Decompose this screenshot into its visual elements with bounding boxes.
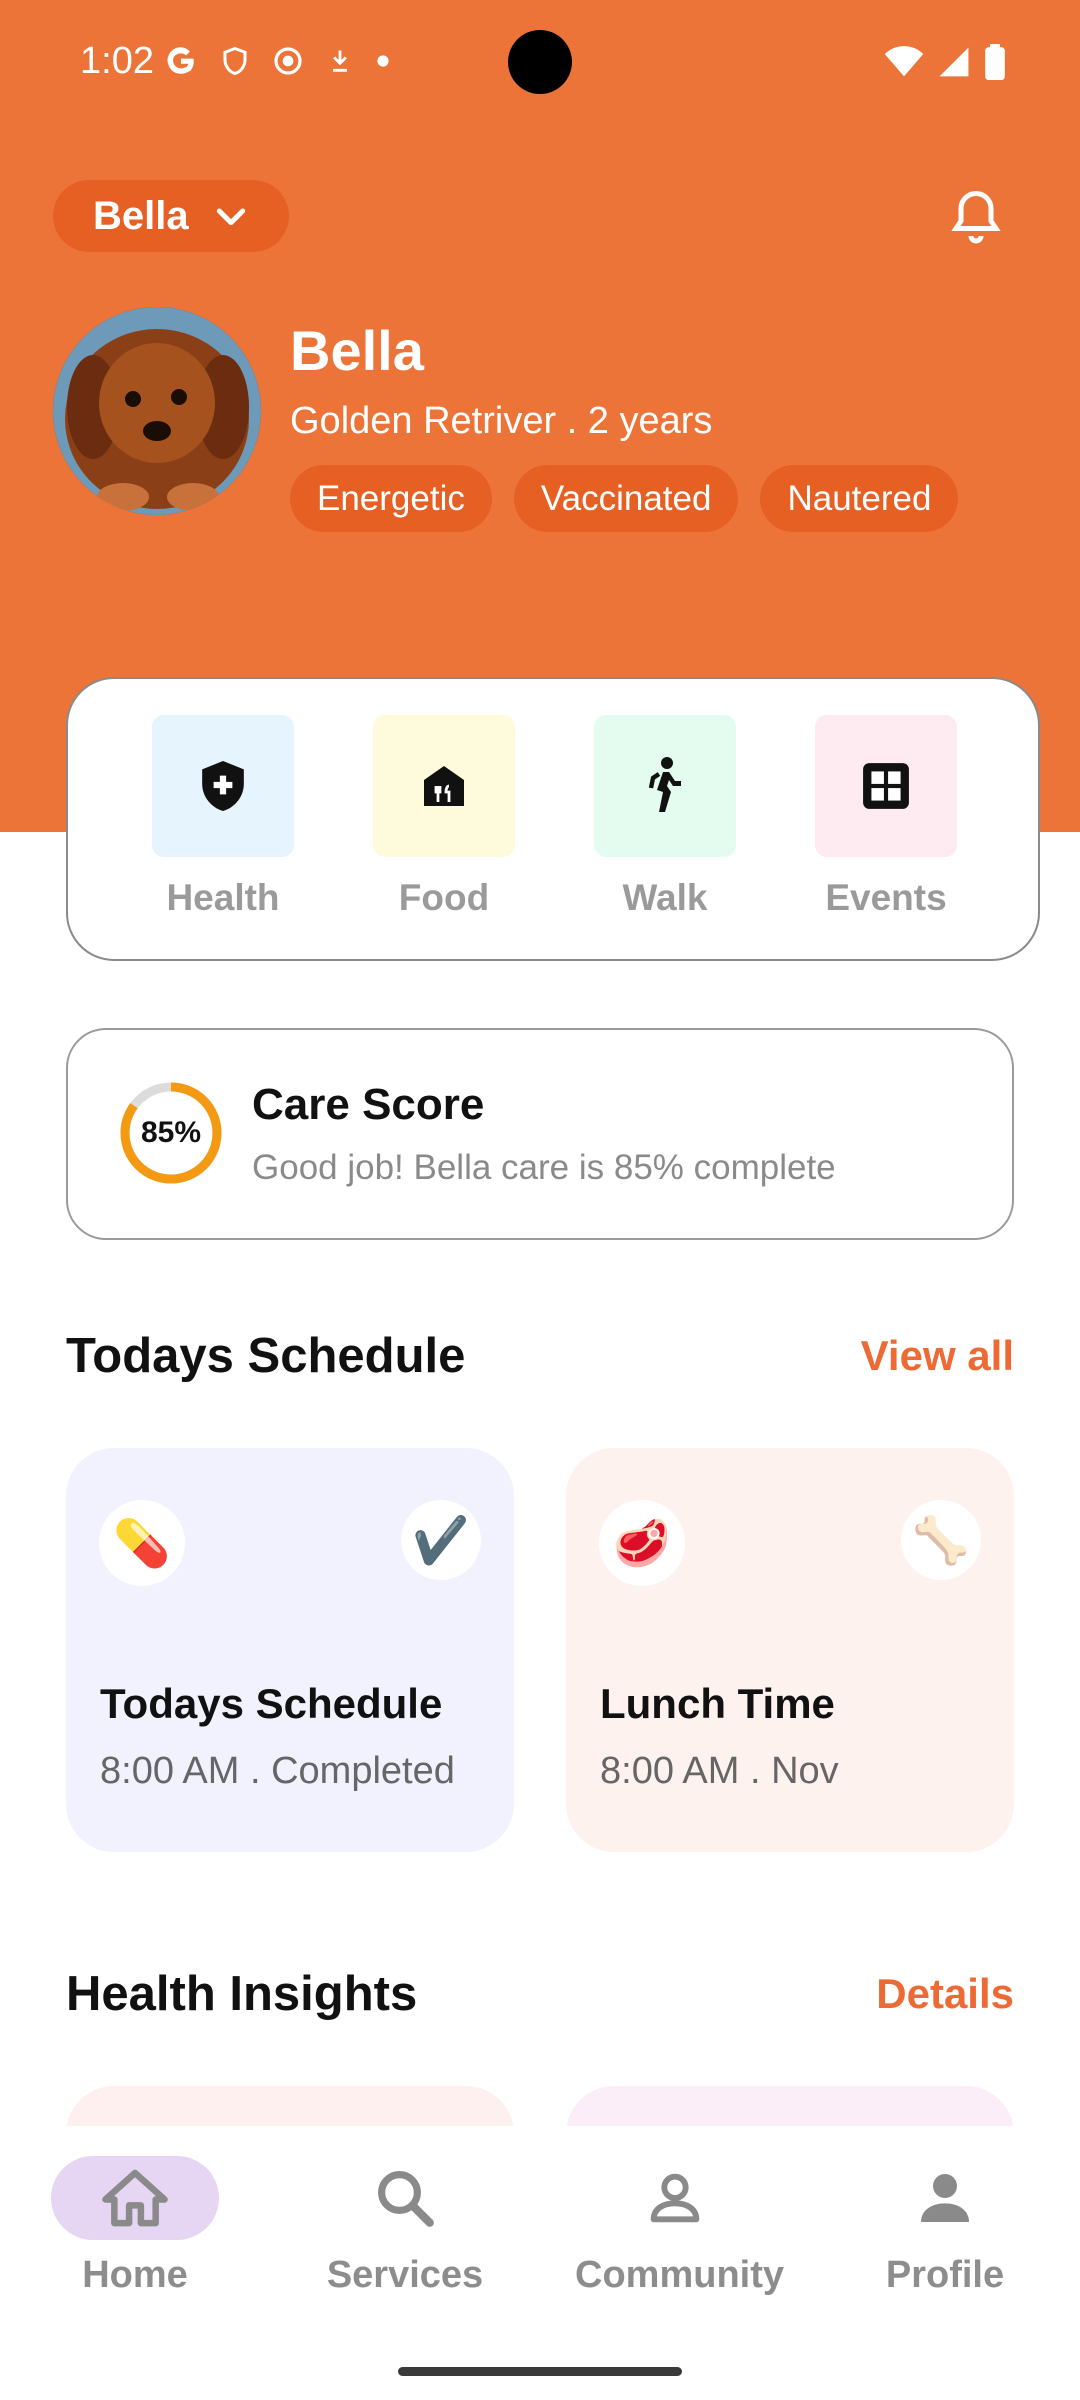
- bone-icon: 🦴: [901, 1500, 981, 1580]
- gesture-home-bar[interactable]: [398, 2367, 682, 2376]
- record-status-icon: [274, 47, 302, 75]
- pet-selector-dropdown[interactable]: Bella: [53, 180, 289, 252]
- quick-actions-card: Health Food Walk Events: [66, 677, 1040, 961]
- nav-services[interactable]: Services: [305, 2156, 505, 2297]
- bottom-navigation: Home Services Community Profile: [0, 2126, 1080, 2400]
- status-time: 1:02: [80, 40, 154, 82]
- quick-action-label: Events: [825, 877, 947, 918]
- download-status-icon: [333, 50, 347, 72]
- details-link[interactable]: Details: [876, 1970, 1014, 2018]
- person-icon: [921, 2174, 969, 2222]
- meat-icon: 🥩: [599, 1500, 685, 1586]
- dot-status-icon: [377, 55, 389, 67]
- nav-label: Community: [575, 2254, 784, 2296]
- front-camera: [508, 30, 572, 94]
- checkmark-icon: ✔️: [401, 1500, 481, 1580]
- events-tile: [815, 715, 957, 857]
- google-icon: [167, 47, 194, 74]
- bell-icon[interactable]: [946, 186, 1006, 246]
- battery-icon: [985, 44, 1005, 80]
- care-score-percent: 85%: [140, 1116, 202, 1149]
- home-icon: [102, 2169, 168, 2227]
- pet-breed-age: Golden Retriver . 2 years: [290, 400, 713, 442]
- care-score-title: Care Score: [252, 1080, 485, 1129]
- wifi-icon: [884, 46, 924, 77]
- chevron-down-icon: [216, 208, 245, 226]
- shield-plus-icon: [202, 761, 244, 811]
- tag-vaccinated: Vaccinated: [513, 465, 739, 532]
- quick-action-label: Health: [166, 877, 280, 918]
- schedule-card-subtitle: 8:00 AM . Nov: [600, 1750, 839, 1792]
- system-icons: [884, 44, 1006, 80]
- shield-status-icon: [223, 46, 247, 76]
- search-icon: [378, 2171, 434, 2227]
- schedule-card-title: Todays Schedule: [100, 1680, 443, 1727]
- quick-action-label: Food: [398, 877, 490, 918]
- notification-icons: [164, 44, 390, 78]
- status-bar: 1:02: [0, 0, 1080, 128]
- quick-action-events[interactable]: Events: [815, 715, 957, 919]
- community-icon: [650, 2173, 700, 2223]
- nav-community[interactable]: Community: [575, 2156, 784, 2297]
- food-icon: [424, 766, 464, 806]
- quick-action-food[interactable]: Food: [373, 715, 515, 919]
- pet-tags: Energetic Vaccinated Nautered: [290, 465, 959, 532]
- care-score-card[interactable]: 85% Care Score Good job! Bella care is 8…: [66, 1028, 1014, 1240]
- care-score-subtitle: Good job! Bella care is 85% complete: [252, 1148, 836, 1187]
- nav-icon-container: [321, 2156, 489, 2240]
- pill-icon: 💊: [99, 1500, 185, 1586]
- walk-icon: [648, 757, 681, 812]
- schedule-card[interactable]: 🥩 🦴 Lunch Time 8:00 AM . Nov: [566, 1448, 1014, 1852]
- view-all-link[interactable]: View all: [861, 1332, 1014, 1380]
- pet-selector-label: Bella: [93, 193, 189, 238]
- nav-label: Services: [326, 2254, 484, 2296]
- nav-icon-container: [861, 2156, 1029, 2240]
- schedule-section-title: Todays Schedule: [66, 1329, 466, 1383]
- schedule-card-subtitle: 8:00 AM . Completed: [100, 1750, 455, 1792]
- nav-icon-container: [591, 2156, 759, 2240]
- pet-avatar: [53, 307, 261, 515]
- schedule-card[interactable]: 💊 ✔️ Todays Schedule 8:00 AM . Completed: [66, 1448, 514, 1852]
- nav-profile[interactable]: Profile: [845, 2156, 1045, 2297]
- health-tile: [152, 715, 294, 857]
- nav-label: Home: [82, 2254, 188, 2296]
- quick-action-walk[interactable]: Walk: [594, 715, 736, 919]
- walk-tile: [594, 715, 736, 857]
- pet-name: Bella: [290, 319, 424, 382]
- tag-energetic: Energetic: [290, 465, 492, 532]
- nav-home[interactable]: Home: [35, 2156, 235, 2297]
- nav-active-indicator: [51, 2156, 219, 2240]
- tag-neutered: Nautered: [760, 465, 959, 532]
- quick-action-health[interactable]: Health: [152, 715, 294, 919]
- insights-section-title: Health Insights: [66, 1967, 418, 2021]
- nav-label: Profile: [885, 2254, 1005, 2296]
- food-tile: [373, 715, 515, 857]
- schedule-card-title: Lunch Time: [600, 1680, 835, 1727]
- grid-icon: [863, 763, 909, 809]
- signal-icon: [939, 47, 969, 77]
- quick-action-label: Walk: [622, 877, 708, 918]
